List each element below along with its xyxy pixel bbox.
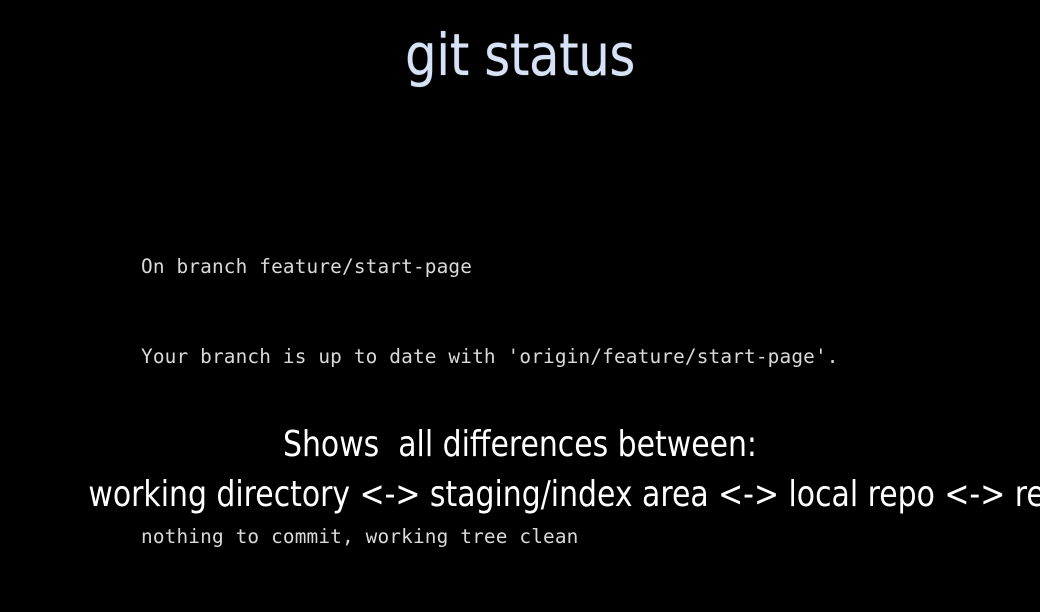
caption-line-primary: Shows all differences between: xyxy=(283,424,757,465)
slide-root: git status On branch feature/start-page … xyxy=(0,0,1040,560)
terminal-line-status: nothing to commit, working tree clean xyxy=(141,525,579,548)
page-title: git status xyxy=(405,21,635,89)
terminal-line-branch: On branch feature/start-page xyxy=(141,255,473,278)
terminal-output-block: On branch feature/start-page Your branch… xyxy=(141,192,839,612)
terminal-line-upstream: Your branch is up to date with 'origin/f… xyxy=(141,345,839,368)
caption-line-secondary: working directory <-> staging/index area… xyxy=(88,474,1040,515)
